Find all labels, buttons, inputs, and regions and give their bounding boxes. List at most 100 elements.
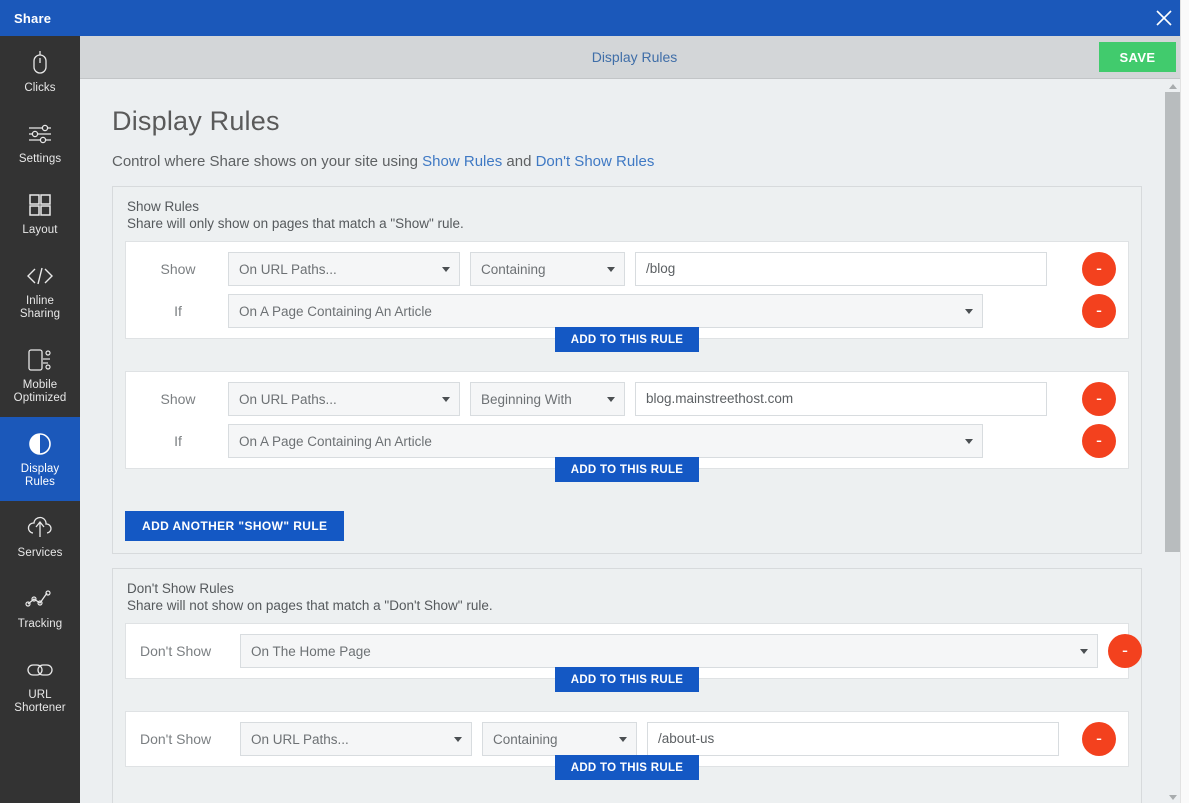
scroll-down-arrow[interactable] (1165, 791, 1180, 803)
description-prefix: Control where Share shows on your site u… (112, 153, 422, 170)
share-plugin-window: Share Clicks (0, 0, 1189, 803)
mouse-icon (30, 48, 50, 78)
rule-primary-row: Don't Show On The Home Page - (138, 634, 1116, 668)
sidebar-item-mobile-optimized[interactable]: MobileOptimized (0, 333, 80, 417)
rule-primary-row: Don't Show On URL Paths... Containing /a… (138, 722, 1116, 756)
background-page-edge (1180, 0, 1189, 803)
close-icon[interactable] (1151, 5, 1177, 31)
dont-show-rules-subheading: Share will not show on pages that match … (127, 598, 1129, 613)
sidebar-item-layout[interactable]: Layout (0, 178, 80, 249)
rule-value-input[interactable]: blog.mainstreethost.com (635, 382, 1047, 416)
dont-show-rules-link[interactable]: Don't Show Rules (536, 153, 655, 170)
rule-match-select[interactable]: Containing (470, 252, 625, 286)
rule-type-value: On URL Paths... (239, 262, 337, 277)
show-rules-panel: Show Rules Share will only show on pages… (112, 186, 1142, 554)
rule-condition-select[interactable]: On A Page Containing An Article (228, 294, 983, 328)
rule-primary-row: Show On URL Paths... Containing /blog - (138, 252, 1116, 286)
chevron-down-icon (442, 267, 450, 272)
rule-label-if: If (138, 303, 218, 319)
page-description: Control where Share shows on your site u… (112, 153, 1142, 170)
rule-label-dont-show: Don't Show (138, 643, 230, 659)
rule-value-input[interactable]: /about-us (647, 722, 1059, 756)
rule-type-value: On URL Paths... (239, 392, 337, 407)
rule-condition-select[interactable]: On A Page Containing An Article (228, 424, 983, 458)
remove-condition-button[interactable]: - (1082, 294, 1116, 328)
rule-primary-row: Show On URL Paths... Beginning With blog… (138, 382, 1116, 416)
show-rules-link[interactable]: Show Rules (422, 153, 502, 170)
grid-icon (28, 190, 52, 220)
show-rule-card: Show On URL Paths... Beginning With blog… (125, 371, 1129, 469)
description-middle: and (502, 153, 535, 170)
sidebar-item-services[interactable]: Services (0, 501, 80, 572)
mobile-icon (26, 345, 54, 375)
add-another-show-rule-button[interactable]: ADD ANOTHER "SHOW" RULE (125, 511, 344, 541)
chevron-down-icon (454, 737, 462, 742)
code-icon (25, 261, 55, 291)
sub-header-title: Display Rules (592, 49, 678, 65)
sidebar-item-display-rules[interactable]: DisplayRules (0, 417, 80, 501)
add-to-this-rule-button[interactable]: ADD TO THIS RULE (555, 755, 700, 780)
chevron-down-icon (619, 737, 627, 742)
chevron-down-icon (965, 309, 973, 314)
save-button[interactable]: SAVE (1099, 42, 1176, 72)
chevron-down-icon (965, 439, 973, 444)
dont-show-rules-panel: Don't Show Rules Share will not show on … (112, 568, 1142, 803)
rule-type-select[interactable]: On URL Paths... (228, 252, 460, 286)
rule-value-input[interactable]: /blog (635, 252, 1047, 286)
show-rule-card: Show On URL Paths... Containing /blog - (125, 241, 1129, 339)
display-rules-content: Display Rules Control where Share shows … (80, 80, 1174, 803)
show-rules-heading: Show Rules (127, 199, 1129, 214)
add-to-this-rule-button[interactable]: ADD TO THIS RULE (555, 327, 700, 352)
add-to-rule-bar: ADD TO THIS RULE (125, 679, 1129, 711)
rule-label-show: Show (138, 261, 218, 277)
remove-rule-button[interactable]: - (1082, 722, 1116, 756)
rule-condition-select[interactable]: On The Home Page (240, 634, 1098, 668)
add-to-this-rule-button[interactable]: ADD TO THIS RULE (555, 457, 700, 482)
sidebar-item-label: URLShortener (14, 689, 65, 715)
rule-type-select[interactable]: On URL Paths... (240, 722, 472, 756)
rule-type-value: On URL Paths... (251, 732, 349, 747)
chevron-down-icon (607, 397, 615, 402)
link-icon (25, 655, 55, 685)
vertical-scrollbar[interactable] (1165, 80, 1180, 803)
show-rules-subheading: Share will only show on pages that match… (127, 216, 1129, 231)
sidebar-item-label: Settings (19, 153, 61, 166)
page-title: Display Rules (112, 106, 1142, 137)
dont-show-rules-heading: Don't Show Rules (127, 581, 1129, 596)
content-scroll-area: Display Rules Control where Share shows … (80, 80, 1189, 803)
rule-match-select[interactable]: Containing (482, 722, 637, 756)
rule-match-value: Containing (481, 262, 546, 277)
sidebar-item-label: InlineSharing (20, 295, 60, 321)
rule-condition-value: On A Page Containing An Article (239, 434, 432, 449)
scrollbar-thumb[interactable] (1165, 92, 1180, 552)
remove-rule-button[interactable]: - (1108, 634, 1142, 668)
rule-condition-value: On A Page Containing An Article (239, 304, 432, 319)
remove-rule-button[interactable]: - (1082, 252, 1116, 286)
sidebar-item-inline-sharing[interactable]: InlineSharing (0, 249, 80, 333)
add-to-rule-bar: ADD TO THIS RULE (125, 767, 1129, 799)
rule-type-select[interactable]: On URL Paths... (228, 382, 460, 416)
sidebar-item-tracking[interactable]: Tracking (0, 572, 80, 643)
window-titlebar: Share (0, 0, 1189, 36)
add-to-this-rule-button[interactable]: ADD TO THIS RULE (555, 667, 700, 692)
rule-match-select[interactable]: Beginning With (470, 382, 625, 416)
rule-label-if: If (138, 433, 218, 449)
window-title: Share (14, 11, 51, 26)
sidebar-item-settings[interactable]: Settings (0, 107, 80, 178)
sidebar-item-label: Layout (22, 224, 57, 237)
sidebar-item-url-shortener[interactable]: URLShortener (0, 643, 80, 727)
rule-label-dont-show: Don't Show (138, 731, 230, 747)
rule-label-show: Show (138, 391, 218, 407)
scroll-up-arrow[interactable] (1165, 80, 1180, 92)
remove-rule-button[interactable]: - (1082, 382, 1116, 416)
rule-match-value: Containing (493, 732, 558, 747)
sidebar-item-clicks[interactable]: Clicks (0, 36, 80, 107)
add-to-rule-bar: ADD TO THIS RULE (125, 339, 1129, 371)
cloud-upload-icon (26, 513, 54, 543)
contrast-circle-icon (28, 429, 52, 459)
remove-condition-button[interactable]: - (1082, 424, 1116, 458)
sub-header-bar: Display Rules SAVE (80, 36, 1189, 79)
chevron-down-icon (1080, 649, 1088, 654)
rule-condition-value: On The Home Page (251, 644, 371, 659)
sidebar-item-label: MobileOptimized (14, 379, 67, 405)
